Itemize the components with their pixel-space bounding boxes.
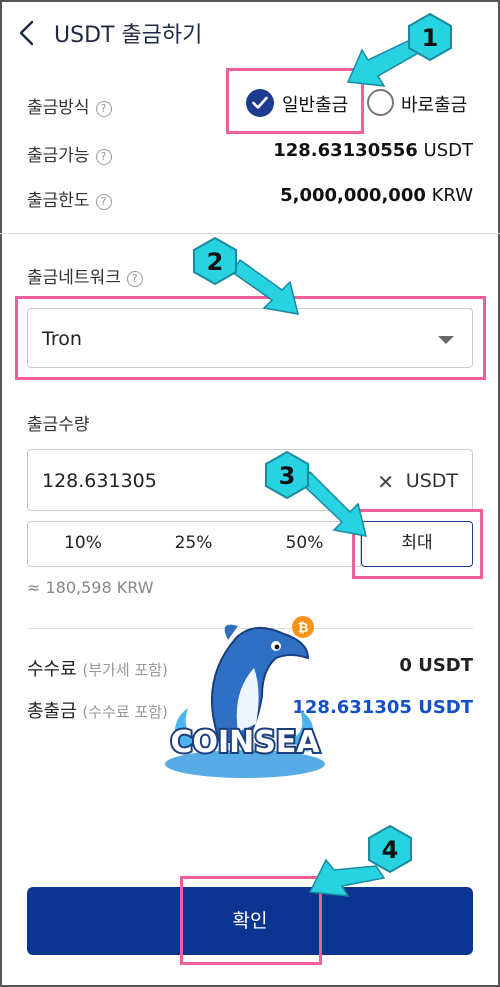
available-row: 출금가능? 128.63130556 USDT [27,137,473,167]
krw-estimate: ≈ 180,598 KRW [27,578,154,597]
fee-note: (부가세 포함) [82,661,168,679]
percent-10-button[interactable]: 10% [27,521,139,567]
percent-25-button[interactable]: 25% [138,521,250,567]
limit-label: 출금한도 [27,191,90,211]
info-icon[interactable]: ? [126,271,143,287]
limit-unit: KRW [431,185,473,206]
highlight-box [226,68,364,134]
amount-value: 128.631305 [42,470,157,492]
svg-text:₿: ₿ [298,621,309,636]
svg-text:2: 2 [207,248,224,276]
page-title: USDT 출금하기 [54,23,203,48]
limit-row: 출금한도? 5,000,000,000 KRW [27,182,473,212]
percent-50-button[interactable]: 50% [249,521,361,567]
watermark-text: COINSEA [170,725,320,760]
amount-input[interactable]: 128.631305 ✕ USDT [27,449,473,511]
available-unit: USDT [423,140,473,161]
total-label: 총출금 [27,701,77,722]
info-icon[interactable]: ? [95,101,112,117]
step-badge-2: 2 [190,236,240,286]
info-icon[interactable]: ? [95,149,112,165]
coinsea-watermark: ₿ COINSEA [158,612,332,782]
fee-value: 0 USDT [399,655,473,676]
method-label: 출금방식 [27,98,90,118]
svg-text:1: 1 [422,24,439,52]
divider [0,233,500,234]
highlight-box [180,876,322,965]
clear-icon[interactable]: ✕ [377,470,394,494]
total-note: (수수료 포함) [82,703,168,721]
available-label: 출금가능 [27,146,90,166]
highlight-box [352,509,483,579]
quantity-row: 출금수량 [27,406,473,436]
amount-unit: USDT [405,470,458,492]
fee-label: 수수료 [27,659,77,680]
back-icon[interactable] [14,18,40,48]
step-badge-3: 3 [262,450,312,500]
info-icon[interactable]: ? [95,194,112,210]
step-badge-1: 1 [405,12,455,62]
available-amount: 128.63130556 [273,140,418,161]
quantity-label: 출금수량 [27,415,90,435]
limit-amount: 5,000,000,000 [280,185,426,206]
svg-text:3: 3 [279,462,296,490]
highlight-box [15,296,486,380]
step-badge-4: 4 [365,824,415,874]
network-row: 출금네트워크? [27,259,473,289]
radio-instant-label: 바로출금 [401,95,468,116]
network-label: 출금네트워크 [27,268,121,288]
unchecked-icon [367,89,394,116]
svg-text:4: 4 [382,836,399,864]
